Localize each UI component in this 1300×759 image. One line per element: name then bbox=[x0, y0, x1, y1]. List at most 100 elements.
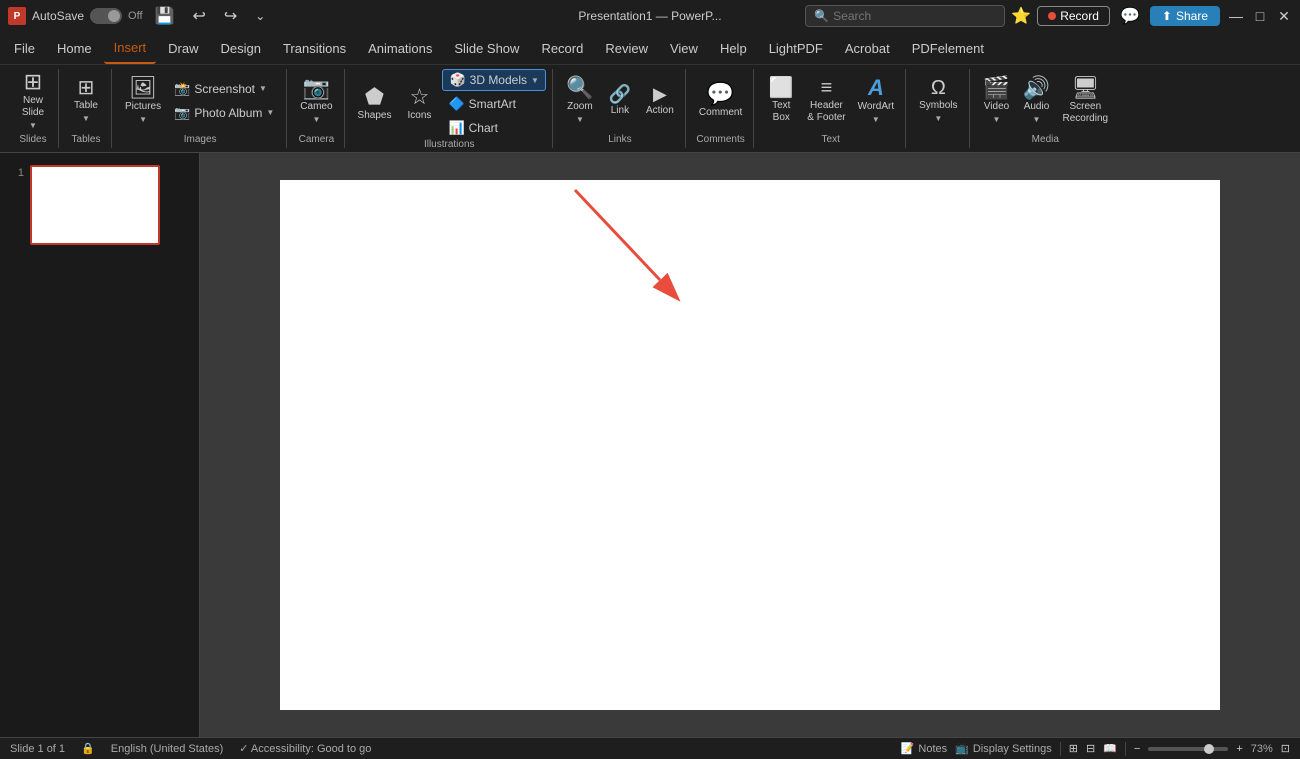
chart-button[interactable]: 📊 Chart bbox=[442, 117, 545, 139]
textbox-button[interactable]: ⬜ TextBox bbox=[762, 72, 800, 130]
smartart-label: SmartArt bbox=[469, 97, 516, 111]
share-label: Share bbox=[1176, 9, 1208, 23]
tab-file[interactable]: File bbox=[4, 32, 45, 64]
toggle-thumb bbox=[108, 10, 120, 22]
share-button[interactable]: ⬆ Share bbox=[1150, 6, 1220, 26]
shapes-button[interactable]: ⬟ Shapes bbox=[353, 75, 397, 133]
minimize-button[interactable]: — bbox=[1228, 8, 1244, 24]
comment-label: Comment bbox=[699, 107, 742, 119]
text-group-items: ⬜ TextBox ≡ Header& Footer A WordArt ▼ bbox=[762, 69, 899, 132]
table-button[interactable]: ⊞ Table ▼ bbox=[67, 72, 105, 130]
table-icon: ⊞ bbox=[78, 78, 95, 98]
slide-canvas[interactable] bbox=[280, 180, 1220, 710]
comments-group-label: Comments bbox=[694, 132, 747, 148]
search-input[interactable] bbox=[833, 9, 996, 23]
zoom-in-button[interactable]: + bbox=[1236, 743, 1242, 755]
photo-album-button[interactable]: 📷 Photo Album ▼ bbox=[168, 102, 280, 124]
tab-lightpdf[interactable]: LightPDF bbox=[759, 32, 833, 64]
autosave-label: AutoSave bbox=[32, 9, 84, 23]
autosave-toggle[interactable] bbox=[90, 8, 122, 24]
new-slide-button[interactable]: ⊞ NewSlide ▼ bbox=[14, 72, 52, 130]
tab-home[interactable]: Home bbox=[47, 32, 102, 64]
customize-qat-button[interactable]: ⌄ bbox=[249, 5, 271, 27]
tab-transitions[interactable]: Transitions bbox=[273, 32, 356, 64]
zoom-out-button[interactable]: − bbox=[1134, 743, 1140, 755]
display-settings-button[interactable]: 📺 Display Settings bbox=[955, 742, 1052, 755]
screen-recording-button[interactable]: 🖥 ScreenRecording bbox=[1058, 72, 1114, 130]
close-button[interactable]: ✕ bbox=[1276, 8, 1292, 24]
search-box[interactable]: 🔍 bbox=[805, 5, 1005, 27]
slides-group-items: ⊞ NewSlide ▼ bbox=[14, 69, 52, 132]
record-dot-icon bbox=[1048, 12, 1056, 20]
accessibility-icon: 🔒 bbox=[81, 742, 95, 755]
tab-slideshow[interactable]: Slide Show bbox=[444, 32, 529, 64]
header-footer-button[interactable]: ≡ Header& Footer bbox=[802, 72, 850, 130]
status-bar: Slide 1 of 1 🔒 English (United States) ✓… bbox=[0, 737, 1300, 759]
icons-button[interactable]: ☆ Icons bbox=[400, 75, 438, 133]
tab-view[interactable]: View bbox=[660, 32, 708, 64]
fit-to-window-button[interactable]: ⊡ bbox=[1281, 742, 1290, 755]
tab-draw[interactable]: Draw bbox=[158, 32, 208, 64]
cameo-icon: 📷 bbox=[303, 77, 330, 99]
slide-panel: 1 bbox=[0, 153, 200, 737]
symbols-button[interactable]: Ω Symbols ▼ bbox=[914, 72, 962, 130]
3d-models-button[interactable]: 🎲 3D Models ▼ bbox=[442, 69, 545, 91]
new-slide-label: NewSlide bbox=[22, 95, 44, 119]
links-group-items: 🔍 Zoom ▼ 🔗 Link ▶ Action bbox=[561, 69, 679, 132]
slide-thumbnail-1[interactable]: 1 bbox=[4, 161, 195, 249]
zoom-slider[interactable] bbox=[1148, 747, 1228, 751]
comment-button[interactable]: 💬 Comment bbox=[694, 72, 747, 130]
tab-review[interactable]: Review bbox=[595, 32, 658, 64]
redo-button[interactable]: ↪ bbox=[218, 5, 243, 27]
tab-acrobat[interactable]: Acrobat bbox=[835, 32, 900, 64]
link-icon: 🔗 bbox=[609, 85, 631, 103]
cameo-button[interactable]: 📷 Cameo ▼ bbox=[295, 72, 337, 130]
tab-pdfelement[interactable]: PDFelement bbox=[902, 32, 994, 64]
tab-design[interactable]: Design bbox=[211, 32, 271, 64]
slide-sorter-button[interactable]: ⊟ bbox=[1086, 742, 1095, 755]
action-button[interactable]: ▶ Action bbox=[641, 72, 679, 130]
wordart-button[interactable]: A WordArt ▼ bbox=[853, 72, 900, 130]
slide-preview-1 bbox=[30, 165, 160, 245]
symbols-group: Ω Symbols ▼ bbox=[908, 69, 969, 148]
notes-icon: 📝 bbox=[901, 742, 915, 755]
status-bar-right: 📝 Notes 📺 Display Settings ⊞ ⊟ 📖 − + 73%… bbox=[901, 742, 1290, 756]
record-title-label: Record bbox=[1060, 9, 1099, 23]
textbox-label: TextBox bbox=[772, 100, 790, 124]
tab-insert[interactable]: Insert bbox=[104, 32, 157, 64]
save-button[interactable]: 💾 bbox=[149, 5, 181, 27]
maximize-button[interactable]: □ bbox=[1252, 8, 1268, 24]
media-group-items: 🎬 Video ▼ 🔊 Audio ▼ 🖥 ScreenRecording bbox=[978, 69, 1114, 132]
notes-button[interactable]: 📝 Notes bbox=[901, 742, 947, 755]
symbols-label: Symbols bbox=[919, 100, 957, 112]
illustrations-group-items: ⬟ Shapes ☆ Icons 🎲 3D Models ▼ 🔷 SmartA bbox=[353, 69, 546, 139]
video-icon: 🎬 bbox=[983, 77, 1010, 99]
icons-icon: ☆ bbox=[410, 86, 430, 108]
symbols-dropdown-icon: ▼ bbox=[934, 114, 942, 123]
accessibility-label: ✓ Accessibility: Good to go bbox=[239, 742, 371, 755]
photo-album-label: Photo Album bbox=[194, 106, 262, 120]
normal-view-button[interactable]: ⊞ bbox=[1069, 742, 1078, 755]
symbols-group-label bbox=[914, 132, 962, 148]
comments-button[interactable]: 💬 bbox=[1118, 4, 1142, 28]
zoom-button[interactable]: 🔍 Zoom ▼ bbox=[561, 72, 599, 130]
display-settings-label: Display Settings bbox=[973, 743, 1052, 755]
tab-record[interactable]: Record bbox=[531, 32, 593, 64]
link-button[interactable]: 🔗 Link bbox=[601, 72, 639, 130]
tab-animations[interactable]: Animations bbox=[358, 32, 442, 64]
ribbon-content: ⊞ NewSlide ▼ Slides ⊞ Table ▼ Tables bbox=[0, 64, 1300, 152]
camera-group: 📷 Cameo ▼ Camera bbox=[289, 69, 344, 148]
comments-group-items: 💬 Comment bbox=[694, 69, 747, 132]
smartart-button[interactable]: 🔷 SmartArt bbox=[442, 93, 545, 115]
audio-button[interactable]: 🔊 Audio ▼ bbox=[1018, 72, 1056, 130]
video-button[interactable]: 🎬 Video ▼ bbox=[978, 72, 1016, 130]
tab-help[interactable]: Help bbox=[710, 32, 757, 64]
images-group-items: 🖼 Pictures ▼ 📸 Screenshot ▼ 📷 Photo Albu… bbox=[120, 69, 280, 132]
screenshot-button[interactable]: 📸 Screenshot ▼ bbox=[168, 78, 280, 100]
reading-view-button[interactable]: 📖 bbox=[1103, 742, 1117, 755]
microsoft-icon[interactable]: ⭐ bbox=[1013, 8, 1029, 24]
record-title-button[interactable]: Record bbox=[1037, 6, 1110, 26]
undo-button[interactable]: ↩ bbox=[186, 5, 211, 27]
tables-group-label: Tables bbox=[67, 132, 105, 148]
pictures-button[interactable]: 🖼 Pictures ▼ bbox=[120, 72, 166, 130]
